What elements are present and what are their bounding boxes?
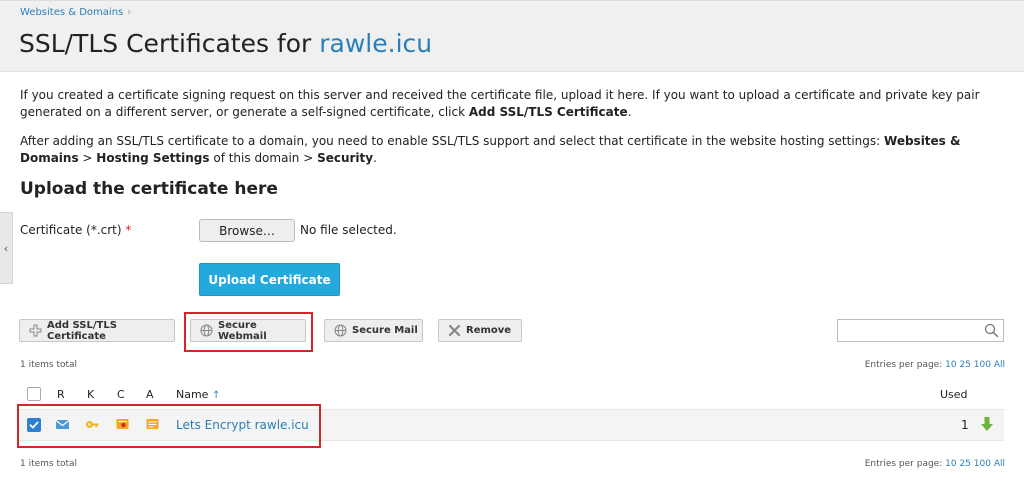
certificate-used-count: 1	[961, 418, 969, 432]
certificate-field-label: Certificate (*.crt) *	[20, 223, 131, 237]
page-size-10[interactable]: 10	[945, 360, 956, 370]
search-input[interactable]	[837, 319, 1004, 342]
page-size-100[interactable]: 100	[974, 360, 991, 370]
entries-per-page-bottom: Entries per page: 10 25 100 All	[865, 459, 1005, 469]
search-icon[interactable]	[984, 323, 999, 338]
intro-paragraph-hosting: After adding an SSL/TLS certificate to a…	[20, 133, 1010, 167]
upload-certificate-button[interactable]: Upload Certificate	[199, 263, 340, 296]
file-status: No file selected.	[300, 223, 397, 237]
intro-text: >	[78, 151, 97, 165]
browse-button[interactable]: Browse…	[199, 219, 295, 242]
items-total: 1 items total	[20, 360, 78, 370]
intro-bold-hosting: Hosting Settings	[96, 151, 210, 165]
column-header-k: K	[87, 388, 95, 401]
breadcrumb-link-websites-domains[interactable]: Websites & Domains	[20, 7, 123, 18]
sidebar-toggle[interactable]: ‹	[0, 212, 13, 284]
column-header-c: C	[117, 388, 125, 401]
column-header-name[interactable]: Name ↑	[176, 388, 220, 401]
intro-text: .	[373, 151, 377, 165]
page-size-10[interactable]: 10	[945, 459, 956, 469]
add-ssl-certificate-button[interactable]: Add SSL/TLS Certificate	[19, 319, 175, 342]
page-size-25[interactable]: 25	[959, 459, 970, 469]
secure-mail-label: Secure Mail	[352, 325, 418, 336]
annotation-highlight-webmail	[184, 312, 313, 352]
page-size-all[interactable]: All	[994, 459, 1005, 469]
column-header-r: R	[57, 388, 65, 401]
page-size-100[interactable]: 100	[974, 459, 991, 469]
page-header: Websites & Domains › SSL/TLS Certificates…	[0, 0, 1024, 72]
breadcrumb-separator: ›	[127, 7, 132, 18]
page-title: SSL/TLS Certificates for rawle.icu	[19, 29, 432, 58]
sort-ascending-icon: ↑	[211, 390, 221, 401]
remove-label: Remove	[466, 325, 512, 336]
remove-x-icon	[448, 324, 461, 337]
plus-icon	[29, 324, 42, 337]
entries-per-page-label: Entries per page:	[864, 459, 946, 469]
column-header-a: A	[146, 388, 154, 401]
select-all-checkbox[interactable]	[27, 387, 41, 401]
intro-bold-security: Security	[317, 151, 374, 165]
intro-paragraph-upload: If you created a certificate signing req…	[20, 87, 1010, 121]
chevron-left-icon: ‹	[3, 241, 9, 255]
remove-button[interactable]: Remove	[438, 319, 522, 342]
breadcrumb: Websites & Domains ›	[20, 7, 131, 18]
intro-text: .	[627, 105, 632, 119]
column-header-name-label: Name	[176, 388, 209, 401]
intro-text: of this domain >	[209, 151, 318, 165]
page-size-25[interactable]: 25	[959, 360, 970, 370]
intro-bold-add-cert: Add SSL/TLS Certificate	[468, 105, 628, 119]
intro-text: After adding an SSL/TLS certificate to a…	[20, 134, 885, 148]
globe-icon	[334, 324, 347, 337]
add-ssl-certificate-label: Add SSL/TLS Certificate	[47, 319, 117, 342]
page-title-domain[interactable]: rawle.icu	[319, 29, 432, 58]
secure-mail-button[interactable]: Secure Mail	[324, 319, 423, 342]
annotation-highlight-row	[17, 404, 321, 448]
entries-per-page-label: Entries per page:	[864, 360, 946, 370]
column-header-used: Used	[940, 388, 968, 401]
items-total-bottom: 1 items total	[20, 459, 78, 469]
page-size-all[interactable]: All	[994, 360, 1005, 370]
page-title-prefix: SSL/TLS Certificates for	[19, 29, 320, 58]
certificate-label-text: Certificate (*.crt)	[20, 223, 122, 237]
download-arrow-icon[interactable]	[980, 416, 994, 432]
entries-per-page: Entries per page: 10 25 100 All	[865, 360, 1005, 370]
upload-section-title: Upload the certificate here	[20, 179, 278, 199]
required-marker: *	[125, 223, 132, 237]
